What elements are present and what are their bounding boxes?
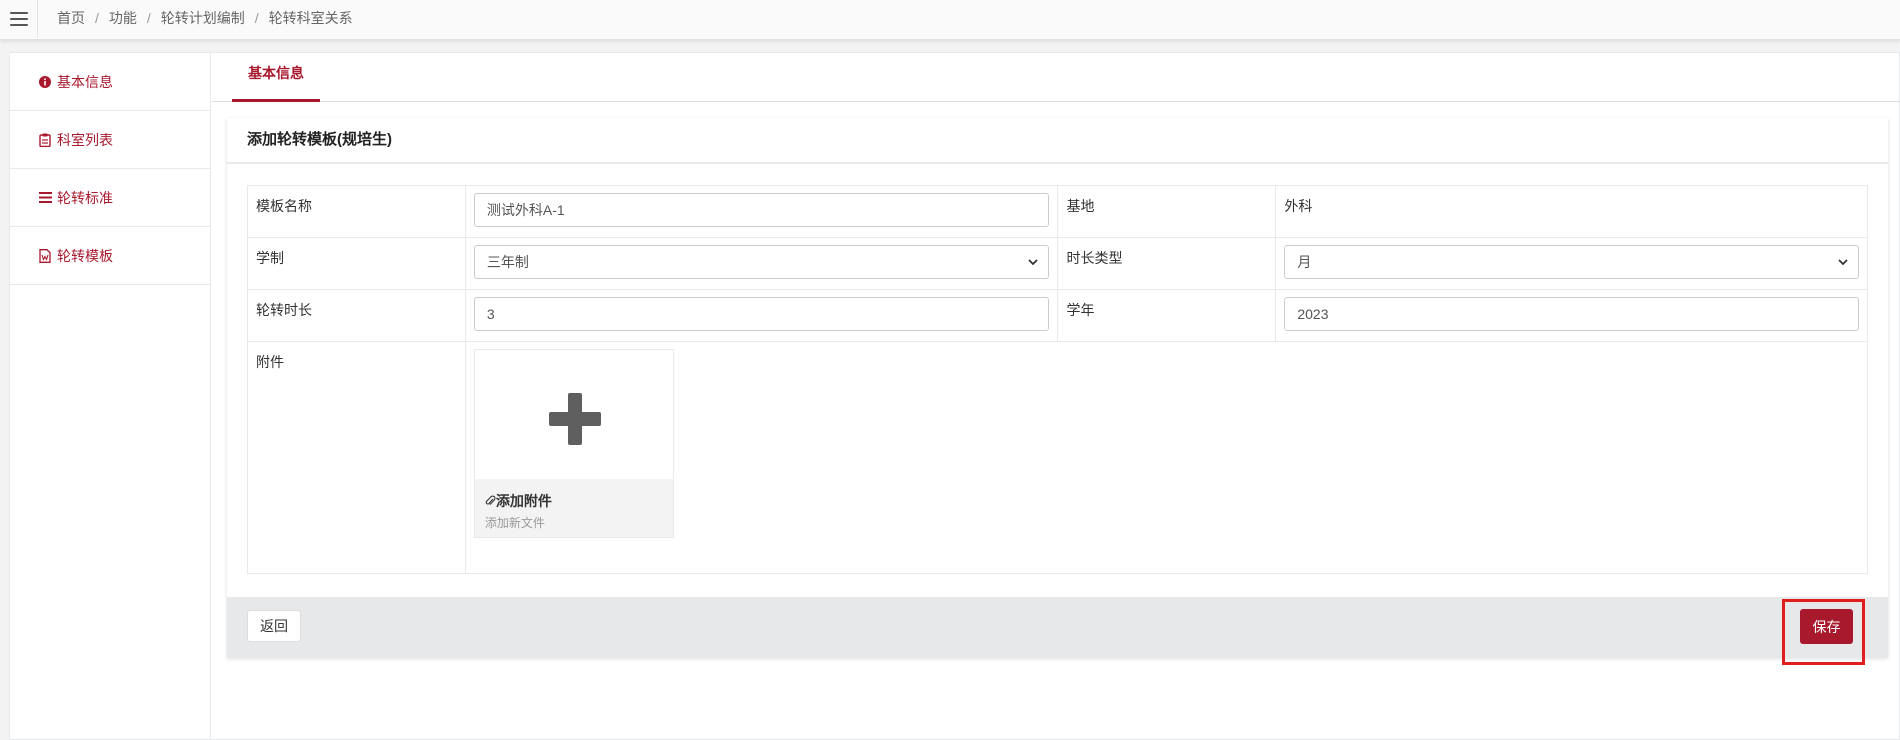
form-table: 模板名称 测试外科A-1 基地 外科 学制 三年制 时长类型 月 轮转时长 3 … <box>247 185 1869 574</box>
sidebar-item-label: 科室列表 <box>57 131 113 148</box>
breadcrumb-current: 轮转科室关系 <box>268 10 353 26</box>
rotation-duration-value: 3 <box>486 306 495 322</box>
content-area: 基本信息 添加轮转模板(规培生) 模板名称 测试外科A-1 基地 外科 学制 三… <box>212 53 1900 739</box>
tab-bar: 基本信息 <box>212 53 1900 102</box>
school-system-value: 三年制 <box>486 254 529 270</box>
sidebar-item-label: 轮转模板 <box>57 247 113 264</box>
school-system-label: 学制 <box>247 237 466 290</box>
clipboard-icon <box>38 133 52 147</box>
form-title: 添加轮转模板(规培生) <box>227 118 1888 164</box>
upload-title: 添加附件 <box>495 493 552 509</box>
duration-type-select[interactable]: 月 <box>1284 245 1859 279</box>
template-name-input[interactable]: 测试外科A-1 <box>473 193 1050 227</box>
info-circle-icon <box>38 75 52 89</box>
rotation-duration-label: 轮转时长 <box>247 289 466 342</box>
upload-caption: 添加附件 添加新文件 <box>474 479 673 537</box>
template-name-label: 模板名称 <box>247 185 466 238</box>
rotation-duration-input[interactable]: 3 <box>473 297 1050 331</box>
duration-type-value: 月 <box>1297 254 1312 270</box>
upload-subtitle: 添加新文件 <box>484 516 545 530</box>
base-label: 基地 <box>1057 185 1277 238</box>
chevron-down-icon <box>1028 259 1039 266</box>
paperclip-icon <box>485 495 496 505</box>
school-system-select[interactable]: 三年制 <box>473 245 1050 279</box>
breadcrumb-separator: / <box>254 10 259 26</box>
sidebar: 基本信息 科室列表 轮转标准 轮转模板 <box>10 53 211 739</box>
list-icon <box>38 191 52 205</box>
duration-type-label: 时长类型 <box>1057 237 1277 290</box>
plus-icon <box>548 393 601 445</box>
sidebar-item-basic-info[interactable]: 基本信息 <box>10 53 210 111</box>
academic-year-value: 2023 <box>1297 306 1329 322</box>
tab-basic-info[interactable]: 基本信息 <box>232 53 320 102</box>
breadcrumb-separator: / <box>95 10 99 26</box>
breadcrumb: 首页 / 功能 / 轮转计划编制 / 轮转科室关系 <box>57 0 353 36</box>
breadcrumb-separator: / <box>146 10 151 26</box>
template-name-value: 测试外科A-1 <box>486 202 565 218</box>
chevron-down-icon <box>1838 259 1848 266</box>
sidebar-item-rotation-standard[interactable]: 轮转标准 <box>10 169 210 227</box>
save-button[interactable]: 保存 <box>1800 609 1853 644</box>
sidebar-item-label: 基本信息 <box>57 73 113 90</box>
sidebar-item-department-list[interactable]: 科室列表 <box>10 111 210 169</box>
attachment-label: 附件 <box>247 341 466 574</box>
back-button[interactable]: 返回 <box>247 610 301 642</box>
hamburger-icon[interactable] <box>0 0 38 38</box>
base-value: 外科 <box>1275 185 1868 238</box>
main-panel: 基本信息 科室列表 轮转标准 轮转模板 基本信息 添加轮转模板(规培生) 模板名… <box>9 52 1900 740</box>
breadcrumb-home[interactable]: 首页 <box>57 0 85 36</box>
breadcrumb-rotation-plan[interactable]: 轮转计划编制 <box>161 0 245 36</box>
form-card: 添加轮转模板(规培生) 模板名称 测试外科A-1 基地 外科 学制 三年制 时长… <box>227 118 1888 665</box>
academic-year-label: 学年 <box>1057 289 1277 342</box>
top-bar: 首页 / 功能 / 轮转计划编制 / 轮转科室关系 <box>0 0 1900 40</box>
document-icon <box>38 248 52 263</box>
breadcrumb-function[interactable]: 功能 <box>109 0 137 36</box>
sidebar-item-rotation-template[interactable]: 轮转模板 <box>10 227 210 285</box>
add-attachment-button[interactable]: 添加附件 添加新文件 <box>473 349 674 538</box>
academic-year-input[interactable]: 2023 <box>1284 297 1859 331</box>
form-footer: 返回 保存 <box>227 597 1888 665</box>
sidebar-item-label: 轮转标准 <box>57 189 113 206</box>
